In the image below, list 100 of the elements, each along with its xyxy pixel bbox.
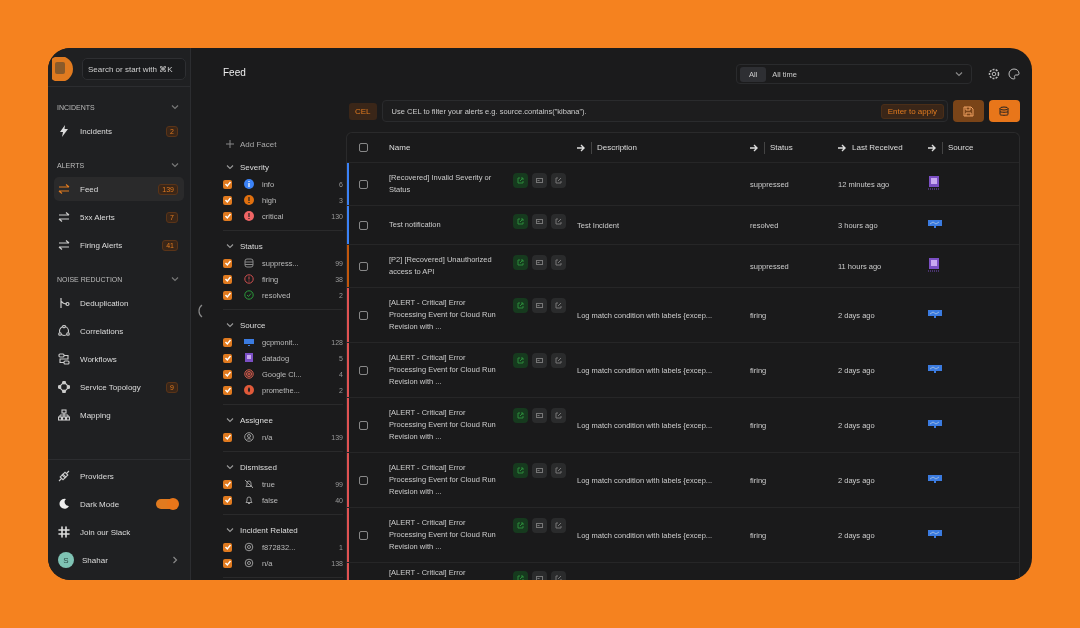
- edit-button[interactable]: [551, 214, 566, 229]
- column-header[interactable]: Status: [770, 143, 793, 152]
- checkbox[interactable]: [223, 432, 232, 442]
- checkbox[interactable]: [358, 261, 368, 271]
- chevron-down-icon[interactable]: [226, 527, 234, 533]
- nav-item[interactable]: Workflows: [54, 347, 184, 371]
- checkbox[interactable]: [358, 220, 368, 230]
- checkbox[interactable]: [223, 495, 232, 505]
- checkbox[interactable]: [358, 310, 368, 320]
- checkbox[interactable]: [223, 385, 232, 395]
- edit-button[interactable]: [551, 408, 566, 423]
- chevron-down-icon[interactable]: [226, 322, 234, 328]
- palette-icon[interactable]: [1008, 68, 1020, 80]
- edit-button[interactable]: [551, 463, 566, 478]
- logo-icon: [52, 57, 74, 81]
- checkbox[interactable]: [358, 420, 368, 430]
- save-button[interactable]: [953, 100, 984, 122]
- chevron-down-icon[interactable]: [226, 464, 234, 470]
- apply-button[interactable]: Enter to apply: [880, 103, 944, 119]
- monitor-icon: [928, 474, 942, 484]
- external-link-icon: [517, 467, 524, 474]
- chevron-icon[interactable]: [171, 162, 179, 168]
- chevron-icon[interactable]: [171, 276, 179, 282]
- alert-icon: [244, 195, 254, 205]
- chevron-down-icon[interactable]: [226, 417, 234, 423]
- nav-item[interactable]: Mapping: [54, 403, 184, 427]
- database-icon: [999, 105, 1010, 117]
- edit-button[interactable]: [551, 353, 566, 368]
- checkbox[interactable]: [223, 337, 232, 347]
- facet-title: Assignee: [240, 415, 273, 425]
- collapse-handle-icon[interactable]: [197, 304, 203, 318]
- chevron-down-icon[interactable]: [226, 243, 234, 249]
- column-header[interactable]: Last Received: [852, 143, 903, 152]
- nav-item[interactable]: Providers: [54, 464, 184, 488]
- checkbox[interactable]: [223, 479, 232, 489]
- edit-icon: [555, 218, 562, 225]
- view-button[interactable]: [532, 298, 547, 313]
- view-button[interactable]: [532, 518, 547, 533]
- card-icon: [536, 522, 543, 529]
- nav-item[interactable]: Correlations: [54, 319, 184, 343]
- checkbox[interactable]: [358, 365, 368, 375]
- arrow-right-icon[interactable]: [750, 143, 759, 152]
- nav-item[interactable]: Deduplication: [54, 291, 184, 315]
- checkbox[interactable]: [223, 195, 232, 205]
- chevron-icon[interactable]: [171, 104, 179, 110]
- card-icon: [536, 412, 543, 419]
- diamond-nodes-icon: [58, 381, 70, 393]
- checkbox[interactable]: [223, 369, 232, 379]
- edit-button[interactable]: [551, 173, 566, 188]
- checkbox[interactable]: [223, 542, 232, 552]
- search-field[interactable]: Search or start with ⌘K: [82, 58, 186, 80]
- user-menu[interactable]: S Shahar: [54, 548, 184, 572]
- settings-icon[interactable]: [988, 68, 1000, 80]
- open-button[interactable]: [513, 214, 528, 229]
- checkbox[interactable]: [358, 530, 368, 540]
- edit-icon: [555, 302, 562, 309]
- open-button[interactable]: [513, 173, 528, 188]
- column-header[interactable]: Source: [948, 143, 974, 152]
- view-button[interactable]: [532, 214, 547, 229]
- toggle-switch[interactable]: [156, 499, 178, 509]
- view-button[interactable]: [532, 255, 547, 270]
- nav-item[interactable]: Join our Slack: [54, 520, 184, 544]
- open-button[interactable]: [513, 463, 528, 478]
- checkbox[interactable]: [223, 179, 232, 189]
- checkbox[interactable]: [358, 475, 368, 485]
- view-button[interactable]: [532, 173, 547, 188]
- checkbox[interactable]: [358, 143, 368, 152]
- open-button[interactable]: [513, 298, 528, 313]
- card-icon: [536, 218, 543, 225]
- open-button[interactable]: [513, 353, 528, 368]
- open-button[interactable]: [513, 255, 528, 270]
- edit-button[interactable]: [551, 518, 566, 533]
- checkbox[interactable]: [358, 179, 368, 189]
- checkbox[interactable]: [223, 290, 232, 300]
- open-button[interactable]: [513, 408, 528, 423]
- checkbox[interactable]: [223, 211, 232, 221]
- monitor-icon: [928, 529, 942, 539]
- column-header[interactable]: Description: [597, 143, 637, 152]
- chevron-down-icon[interactable]: [226, 164, 234, 170]
- view-button[interactable]: [532, 463, 547, 478]
- view-button[interactable]: [532, 408, 547, 423]
- column-header[interactable]: Name: [389, 143, 411, 152]
- view-button[interactable]: [532, 353, 547, 368]
- chevron-down-icon: [955, 71, 963, 77]
- arrow-right-icon[interactable]: [928, 143, 937, 152]
- avatar: S: [58, 552, 74, 568]
- arrow-right-icon[interactable]: [577, 143, 586, 152]
- add-facet-button[interactable]: Add Facet: [226, 136, 343, 152]
- checkbox[interactable]: [223, 258, 232, 268]
- moon-icon: [58, 498, 70, 510]
- open-button[interactable]: [513, 518, 528, 533]
- checkbox[interactable]: [223, 353, 232, 363]
- edit-button[interactable]: [551, 255, 566, 270]
- checkbox[interactable]: [223, 274, 232, 284]
- checkbox[interactable]: [223, 558, 232, 568]
- edit-button[interactable]: [551, 298, 566, 313]
- database-button[interactable]: [989, 100, 1020, 122]
- nav-item[interactable]: Dark Mode: [54, 492, 184, 516]
- arrow-right-icon[interactable]: [838, 143, 847, 152]
- facet-title: Incident Related: [240, 525, 298, 535]
